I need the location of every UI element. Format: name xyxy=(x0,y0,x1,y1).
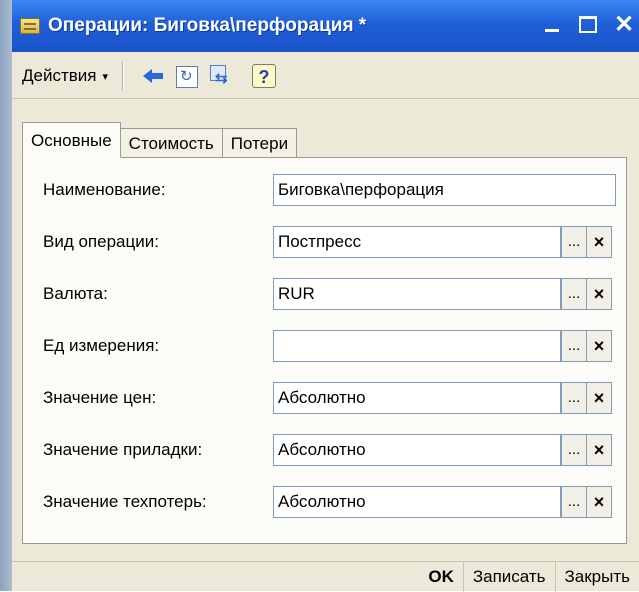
field-label: Ед измерения: xyxy=(43,336,160,355)
tabs-area: Основные Стоимость Потери Наименование: … xyxy=(22,122,627,546)
currency-field[interactable]: RUR xyxy=(273,278,561,310)
waste-mode-field[interactable]: Абсолютно xyxy=(273,486,561,518)
form-row-waste-mode: Значение техпотерь: Абсолютно ... × xyxy=(23,486,628,520)
clear-icon[interactable]: × xyxy=(586,486,612,518)
select-button[interactable]: ... xyxy=(561,434,587,466)
form-row-setup-mode: Значение приладки: Абсолютно ... × xyxy=(23,434,628,468)
field-label: Значение техпотерь: xyxy=(43,492,207,511)
clear-icon[interactable]: × xyxy=(586,278,612,310)
save-button[interactable]: Записать xyxy=(462,562,555,592)
ok-button[interactable]: OK xyxy=(419,562,463,592)
select-button[interactable]: ... xyxy=(561,330,587,362)
window-controls: ✕ xyxy=(541,11,635,38)
tab-panel: Наименование: Биговка\перфорация Вид опе… xyxy=(22,157,627,544)
swap-icon[interactable] xyxy=(208,63,234,89)
close-button[interactable]: ✕ xyxy=(613,11,635,38)
help-icon[interactable]: ? xyxy=(252,64,277,88)
operation-window: Операции: Биговка\перфорация * ✕ Действи… xyxy=(12,0,639,592)
chevron-down-icon: ▾ xyxy=(102,70,109,83)
unit-field[interactable] xyxy=(273,330,561,362)
minimize-button[interactable] xyxy=(541,12,563,36)
tab-main[interactable]: Основные xyxy=(22,122,121,158)
actions-menu-button[interactable]: Действия ▾ xyxy=(22,66,108,86)
toolbar-separator xyxy=(122,62,125,90)
clear-icon[interactable]: × xyxy=(586,330,612,362)
back-arrow-icon[interactable] xyxy=(140,63,166,89)
refresh-doc-icon[interactable] xyxy=(176,66,199,88)
field-label: Наименование: xyxy=(43,180,166,199)
actions-menu-label: Действия xyxy=(22,66,97,85)
tab-losses[interactable]: Потери xyxy=(221,128,298,158)
form-row-operation-type: Вид операции: Постпресс ... × xyxy=(23,226,628,260)
tab-strip: Основные Стоимость Потери xyxy=(22,122,298,158)
form-row-unit: Ед измерения: ... × xyxy=(23,330,628,364)
maximize-button[interactable] xyxy=(577,12,599,36)
select-button[interactable]: ... xyxy=(561,278,587,310)
clear-icon[interactable]: × xyxy=(586,382,612,414)
form-row-price-mode: Значение цен: Абсолютно ... × xyxy=(23,382,628,416)
tab-cost[interactable]: Стоимость xyxy=(119,128,223,158)
clear-icon[interactable]: × xyxy=(586,434,612,466)
window-title: Операции: Биговка\перфорация * xyxy=(48,15,367,36)
field-label: Валюта: xyxy=(43,284,108,303)
name-field[interactable]: Биговка\перфорация xyxy=(273,174,616,206)
document-icon xyxy=(20,18,40,34)
form-row-name: Наименование: Биговка\перфорация xyxy=(23,174,628,208)
select-button[interactable]: ... xyxy=(561,486,587,518)
operation-type-field[interactable]: Постпресс xyxy=(273,226,561,258)
setup-mode-field[interactable]: Абсолютно xyxy=(273,434,561,466)
field-label: Вид операции: xyxy=(43,232,159,251)
footer-buttons: OK Записать Закрыть xyxy=(12,561,639,592)
toolbar: Действия ▾ ? xyxy=(12,54,639,99)
titlebar[interactable]: Операции: Биговка\перфорация * ✕ xyxy=(12,0,639,52)
price-mode-field[interactable]: Абсолютно xyxy=(273,382,561,414)
field-label: Значение цен: xyxy=(43,388,157,407)
select-button[interactable]: ... xyxy=(561,226,587,258)
close-form-button[interactable]: Закрыть xyxy=(554,562,639,592)
clear-icon[interactable]: × xyxy=(586,226,612,258)
form-row-currency: Валюта: RUR ... × xyxy=(23,278,628,312)
select-button[interactable]: ... xyxy=(561,382,587,414)
field-label: Значение приладки: xyxy=(43,440,203,459)
